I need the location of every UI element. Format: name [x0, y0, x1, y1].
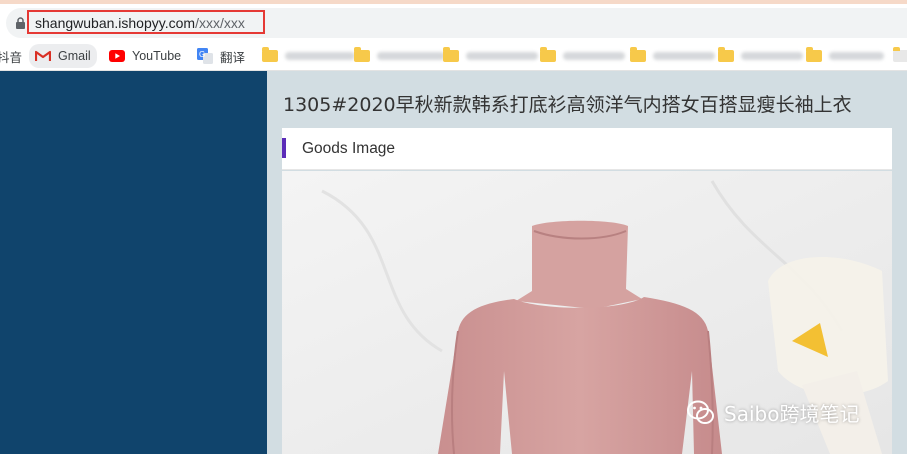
panel-label: Goods Image [302, 140, 396, 157]
bookmark-folder[interactable] [262, 44, 355, 68]
folder-icon [354, 47, 370, 62]
folder-icon [893, 47, 907, 62]
folder-icon [630, 47, 646, 62]
browser-chrome: shangwuban.ishopyy.com/xxx/xxx 抖音 Gmail … [0, 4, 907, 71]
bookmark-folder[interactable] [806, 44, 884, 68]
url-host: shangwuban.ishopyy.com [35, 15, 196, 31]
sidebar [0, 71, 267, 454]
bookmark-youtube[interactable]: YouTube [109, 44, 181, 68]
bookmark-folder[interactable] [443, 44, 538, 68]
bookmark-label: Gmail [58, 49, 91, 63]
bookmark-label: 翻译 [220, 50, 246, 65]
lock-icon [16, 17, 25, 29]
gmail-icon [35, 50, 51, 61]
svg-text:G: G [199, 50, 205, 59]
product-title: 1305#2020早秋新款韩系打底衫高领洋气内搭女百搭显瘦长袖上衣 [283, 94, 852, 116]
youtube-icon [109, 50, 125, 62]
folder-icon [806, 47, 822, 62]
panel-accent-bar [282, 138, 286, 158]
bookmark-overflow[interactable] [893, 44, 907, 68]
bookmark-label: 抖音 [0, 50, 23, 65]
bookmark-label: YouTube [132, 49, 182, 63]
url-text[interactable]: shangwuban.ishopyy.com/xxx/xxx [35, 15, 245, 31]
bookmark-folder[interactable] [718, 44, 803, 68]
watermark: Saibo跨境笔记 [686, 398, 859, 427]
goods-image-panel-header: Goods Image [282, 128, 892, 170]
url-path: /xxx/xxx [195, 15, 245, 31]
bookmark-douyin[interactable]: 抖音 [0, 44, 22, 68]
folder-icon [262, 47, 278, 62]
bookmark-folder[interactable] [540, 44, 625, 68]
bookmark-gmail[interactable]: Gmail [29, 44, 97, 68]
bookmarks-bar: 抖音 Gmail YouTube G 翻译 [0, 44, 907, 68]
folder-icon [540, 47, 556, 62]
folder-icon [443, 47, 459, 62]
bookmark-translate[interactable]: G 翻译 [197, 44, 245, 68]
wechat-icon [687, 400, 714, 424]
bookmark-folder[interactable] [354, 44, 445, 68]
bookmark-folder[interactable] [630, 44, 715, 68]
folder-icon [718, 47, 734, 62]
watermark-text: Saibo跨境笔记 [724, 402, 860, 426]
google-translate-icon: G [197, 48, 213, 64]
